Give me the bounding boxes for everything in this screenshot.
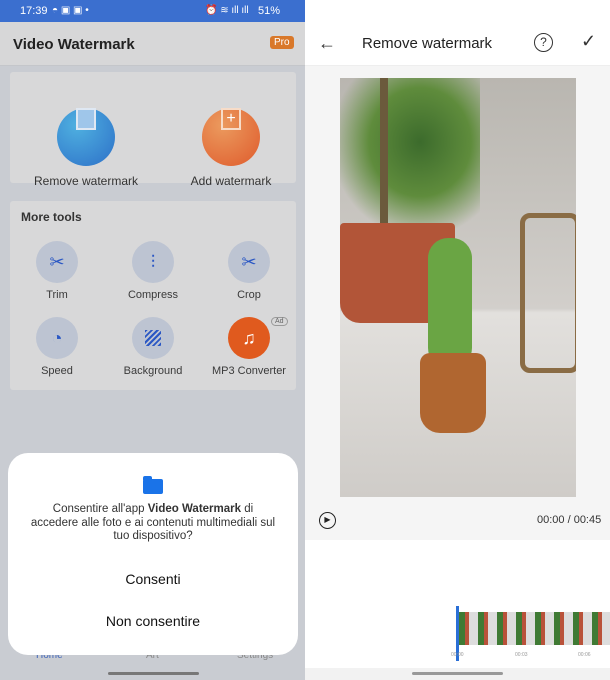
plant-stem xyxy=(380,78,388,228)
confirm-check-icon[interactable]: ✓ xyxy=(581,31,596,52)
tool-label: MP3 Converter xyxy=(212,365,286,377)
back-arrow-icon[interactable]: ← xyxy=(318,33,336,54)
more-tools-title: More tools xyxy=(21,210,82,224)
remove-watermark-label: Remove watermark xyxy=(33,174,139,188)
main-actions-card: Remove watermark + Add watermark xyxy=(10,72,296,188)
music-film-icon: ♫ xyxy=(228,317,270,359)
permission-dialog: Consentire all'app Video Watermark di ac… xyxy=(8,453,298,655)
play-icon[interactable]: ▶ xyxy=(319,512,336,529)
help-icon[interactable]: ? xyxy=(534,33,553,52)
tool-speed[interactable]: ◔ Speed xyxy=(12,317,102,377)
scissors-icon: ✂ xyxy=(228,241,270,283)
ad-badge: Ad xyxy=(271,317,288,326)
hatch-icon xyxy=(132,317,174,359)
scissors-icon: ✂ xyxy=(36,241,78,283)
film-eraser-icon xyxy=(57,108,115,166)
notification-icons: ◓ ▣ ▣ • xyxy=(52,5,89,16)
battery-level: 51% xyxy=(258,5,281,17)
permission-message: Consentire all'app Video Watermark di ac… xyxy=(30,503,276,544)
editor-screen: ← Remove watermark ? ✓ ▶ 00:00 / 00:45 0… xyxy=(305,0,610,680)
tool-label: Trim xyxy=(46,289,68,301)
timeline-label: 00:00 xyxy=(451,652,464,658)
tool-label: Compress xyxy=(127,289,179,301)
message-part: Consentire all'app xyxy=(52,503,148,515)
film-plus-icon: + xyxy=(202,108,260,166)
tool-background[interactable]: Background xyxy=(108,317,198,377)
home-indicator xyxy=(108,672,199,675)
speedometer-icon: ◔ xyxy=(36,317,78,359)
add-watermark-label: Add watermark xyxy=(190,174,272,188)
wicker-chair xyxy=(520,213,576,373)
tool-label: Crop xyxy=(237,289,261,301)
deny-button[interactable]: Non consentire xyxy=(8,613,298,629)
status-time: 17:39 xyxy=(20,5,48,17)
timeline-label: 00:06 xyxy=(578,652,591,658)
app-header: Video Watermark Pro xyxy=(0,22,305,66)
remove-watermark-button[interactable]: Remove watermark xyxy=(10,90,162,188)
tool-label: Speed xyxy=(41,365,73,377)
cactus-pot xyxy=(420,353,486,433)
add-watermark-button[interactable]: + Add watermark xyxy=(155,90,305,188)
pro-badge[interactable]: Pro xyxy=(270,36,294,49)
folder-icon xyxy=(143,476,163,494)
plant-leaves xyxy=(340,78,480,238)
tool-trim[interactable]: ✂ Trim xyxy=(12,241,102,301)
signal-icons: ⏰ ≋ ıll ıll xyxy=(205,5,249,16)
status-bar: 17:39 ◓ ▣ ▣ • ⏰ ≋ ıll ıll 51% xyxy=(0,0,305,22)
zipper-icon: ⫶ xyxy=(132,241,174,283)
screen-title: Remove watermark xyxy=(362,35,493,52)
home-indicator xyxy=(412,672,503,675)
timeline-label: 00:03 xyxy=(515,652,528,658)
tool-mp3-converter[interactable]: ♫ MP3 Converter xyxy=(204,317,294,377)
status-bar-area xyxy=(305,0,610,22)
home-screen: 17:39 ◓ ▣ ▣ • ⏰ ≋ ıll ıll 51% Video Wate… xyxy=(0,0,305,680)
allow-button[interactable]: Consenti xyxy=(8,571,298,587)
tool-crop[interactable]: ✂ Crop xyxy=(204,241,294,301)
app-title: Video Watermark xyxy=(13,36,135,53)
timeline-thumbnails[interactable] xyxy=(459,612,610,645)
time-readout: 00:00 / 00:45 xyxy=(537,514,602,526)
tool-label: Background xyxy=(123,365,183,377)
cactus-toy xyxy=(428,238,472,368)
tool-compress[interactable]: ⫶ Compress xyxy=(108,241,198,301)
more-tools-card: More tools ✂ Trim ⫶ Compress ✂ Crop ◔ Speed … xyxy=(10,201,296,390)
message-app-name: Video Watermark xyxy=(147,503,242,515)
video-preview[interactable] xyxy=(340,78,576,497)
